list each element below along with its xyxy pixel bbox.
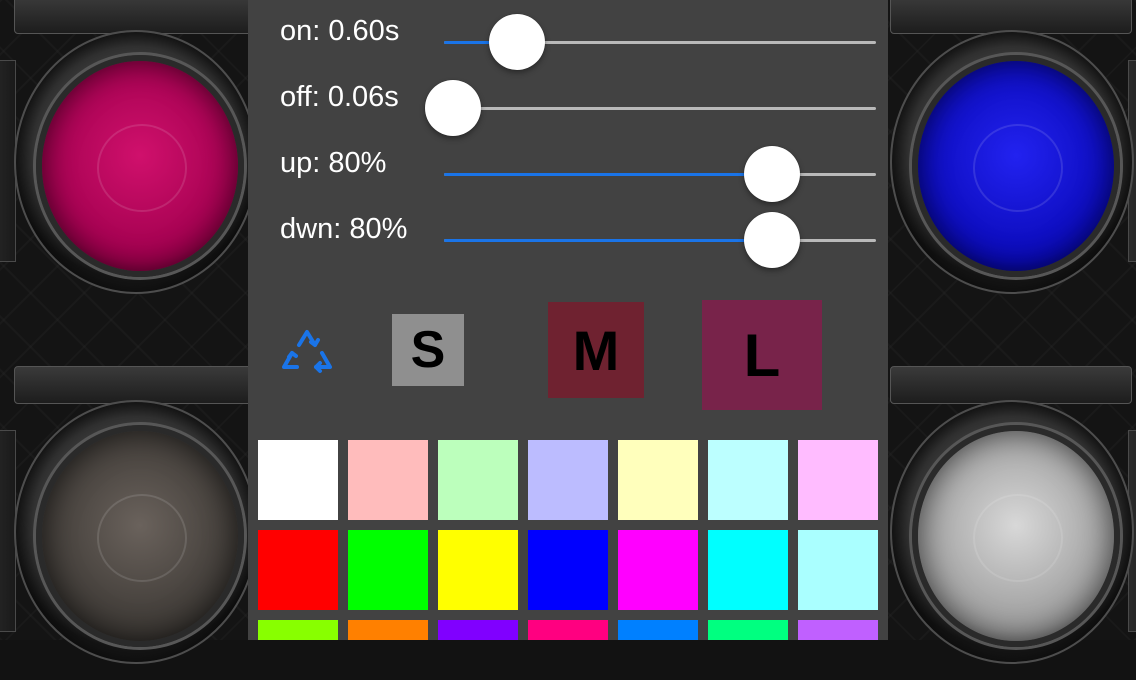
slider-fill-up bbox=[444, 173, 773, 176]
slider-thumb-off[interactable] bbox=[424, 80, 481, 136]
color-swatch[interactable] bbox=[798, 530, 878, 610]
color-swatch[interactable] bbox=[618, 530, 698, 610]
color-swatch[interactable] bbox=[438, 620, 518, 640]
color-swatch[interactable] bbox=[348, 530, 428, 610]
color-swatch[interactable] bbox=[798, 620, 878, 640]
slider-thumb-dwn[interactable] bbox=[744, 212, 801, 268]
slider-track-dwn[interactable] bbox=[444, 212, 876, 268]
color-swatch[interactable] bbox=[618, 620, 698, 640]
color-swatch[interactable] bbox=[708, 530, 788, 610]
slider-row-dwn: dwn: 80% bbox=[248, 207, 888, 273]
slider-label-on: on: 0.60s bbox=[280, 15, 400, 47]
slider-thumb-up[interactable] bbox=[744, 146, 801, 202]
slider-fill-dwn bbox=[444, 239, 773, 242]
slider-label-off: off: 0.06s bbox=[280, 81, 399, 113]
color-swatch[interactable] bbox=[348, 620, 428, 640]
stage-light-magenta bbox=[0, 0, 284, 310]
size-large-button[interactable]: L bbox=[702, 300, 822, 410]
color-swatch[interactable] bbox=[618, 440, 698, 520]
color-swatch[interactable] bbox=[528, 440, 608, 520]
slider-label-dwn: dwn: 80% bbox=[280, 213, 408, 245]
color-swatch[interactable] bbox=[258, 620, 338, 640]
color-swatch[interactable] bbox=[528, 530, 608, 610]
color-swatch[interactable] bbox=[258, 440, 338, 520]
slider-row-on: on: 0.60s bbox=[248, 9, 888, 75]
slider-track-on[interactable] bbox=[444, 14, 876, 70]
stage-light-dark bbox=[0, 366, 284, 680]
color-swatch[interactable] bbox=[798, 440, 878, 520]
control-panel: on: 0.60s off: 0.06s up: 80% dwn: 80% S … bbox=[248, 0, 888, 640]
color-swatch[interactable] bbox=[708, 620, 788, 640]
recycle-icon[interactable] bbox=[280, 328, 334, 378]
slider-track-up[interactable] bbox=[444, 146, 876, 202]
stage-light-blue bbox=[860, 0, 1136, 310]
color-swatch[interactable] bbox=[438, 440, 518, 520]
size-small-button[interactable]: S bbox=[392, 314, 464, 386]
slider-row-off: off: 0.06s bbox=[248, 75, 888, 141]
slider-thumb-on[interactable] bbox=[489, 14, 546, 70]
slider-track-off[interactable] bbox=[424, 80, 876, 136]
slider-label-up: up: 80% bbox=[280, 147, 387, 179]
slider-row-up: up: 80% bbox=[248, 141, 888, 207]
stage-light-white bbox=[860, 366, 1136, 680]
size-medium-button[interactable]: M bbox=[548, 302, 644, 398]
color-swatch[interactable] bbox=[708, 440, 788, 520]
color-swatch[interactable] bbox=[528, 620, 608, 640]
color-swatch[interactable] bbox=[438, 530, 518, 610]
color-swatch[interactable] bbox=[258, 530, 338, 610]
color-swatch[interactable] bbox=[348, 440, 428, 520]
